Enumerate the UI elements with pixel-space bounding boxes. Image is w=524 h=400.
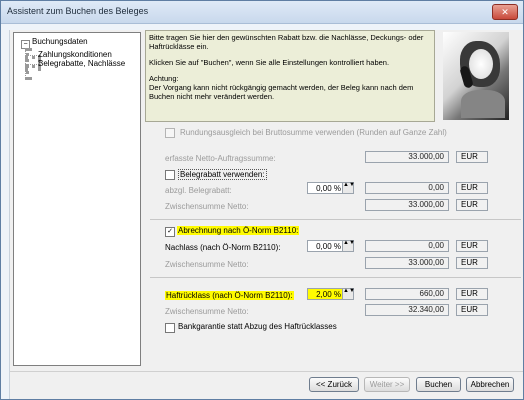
support-photo: [443, 32, 509, 120]
zwischensumme-2-label: Zwischensumme Netto:: [165, 260, 249, 269]
netto-label: erfasste Netto-Auftragssumme:: [165, 154, 276, 163]
settings-panel: Bitte tragen Sie hier den gewünschten Ra…: [145, 30, 523, 375]
instruction-line-5: Der Vorgang kann nicht rückgängig gemach…: [149, 83, 414, 92]
abzgl-value: 0,00: [365, 182, 449, 194]
instruction-line-1: Bitte tragen Sie hier den gewünschten Ra…: [149, 33, 424, 42]
haftruecklass-value: 660,00: [365, 288, 449, 300]
abzgl-percent-spinner[interactable]: 0,00 % ▲▼: [307, 182, 355, 194]
warning-heading: Achtung:: [149, 74, 179, 83]
next-button[interactable]: Weiter >>: [364, 377, 410, 392]
nachlass-percent-value: 0,00 %: [316, 242, 341, 251]
instruction-line-3: Klicken Sie auf "Buchen", wenn Sie alle …: [149, 58, 390, 67]
bankgarantie-checkbox[interactable]: [165, 323, 175, 333]
abzgl-unit: EUR: [456, 182, 488, 194]
window-title: Assistent zum Buchen des Beleges: [7, 6, 149, 16]
belegrabatt-checkbox[interactable]: [165, 170, 175, 180]
haftruecklass-unit: EUR: [456, 288, 488, 300]
book-button[interactable]: Buchen: [416, 377, 461, 392]
rundung-label: Rundungsausgleich bei Bruttosumme verwen…: [180, 128, 447, 137]
belegrabatt-label[interactable]: Belegrabatt verwenden:: [178, 169, 267, 180]
abrechnung-checkbox[interactable]: ✓: [165, 227, 175, 237]
netto-value: 33.000,00: [365, 151, 449, 163]
instruction-line-2: Haftrücklässe ein.: [149, 42, 209, 51]
nachlass-value: 0,00: [365, 240, 449, 252]
back-button[interactable]: << Zurück: [309, 377, 359, 392]
bankgarantie-label: Bankgarantie statt Abzug des Haftrücklas…: [178, 322, 337, 331]
zwischensumme-1-unit: EUR: [456, 199, 488, 211]
zwischensumme-1-value: 33.000,00: [365, 199, 449, 211]
title-bar: Assistent zum Buchen des Beleges ✕: [1, 1, 523, 24]
navigation-tree: − Buchungsdaten Zahlungskonditionen Bele…: [13, 32, 141, 366]
assistant-window: Assistent zum Buchen des Beleges ✕ − Buc…: [0, 0, 524, 400]
tree-item-belegrabatte[interactable]: Belegrabatte, Nachlässe: [38, 59, 125, 68]
nachlass-label: Nachlass (nach Ö-Norm B2110):: [165, 243, 281, 252]
instruction-line-6: Buchen nicht mehr verändert werden.: [149, 92, 275, 101]
close-button[interactable]: ✕: [492, 4, 518, 20]
spin-icon[interactable]: ▲▼: [342, 182, 355, 193]
abzgl-percent-value: 0,00 %: [316, 184, 341, 193]
zwischensumme-3-value: 32.340,00: [365, 304, 449, 316]
zwischensumme-1-label: Zwischensumme Netto:: [165, 202, 249, 211]
spin-icon[interactable]: ▲▼: [342, 240, 355, 251]
abzgl-label: abzgl. Belegrabatt:: [165, 186, 232, 195]
dialog-content: − Buchungsdaten Zahlungskonditionen Bele…: [9, 30, 523, 399]
zwischensumme-3-unit: EUR: [456, 304, 488, 316]
nachlass-percent-spinner[interactable]: 0,00 % ▲▼: [307, 240, 355, 252]
nachlass-unit: EUR: [456, 240, 488, 252]
zwischensumme-3-label: Zwischensumme Netto:: [165, 307, 249, 316]
tree-item-buchungsdaten[interactable]: Buchungsdaten: [32, 37, 88, 46]
netto-unit: EUR: [456, 151, 488, 163]
haftruecklass-percent-spinner[interactable]: 2,00 % ▲▼: [307, 288, 355, 300]
cancel-button[interactable]: Abbrechen: [466, 377, 514, 392]
spin-icon[interactable]: ▲▼: [342, 288, 355, 299]
rundung-checkbox[interactable]: [165, 128, 175, 138]
abrechnung-label: Abrechnung nach Ö-Norm B2110:: [177, 226, 300, 235]
instructions-box: Bitte tragen Sie hier den gewünschten Ra…: [145, 30, 435, 122]
zwischensumme-2-unit: EUR: [456, 257, 488, 269]
haftruecklass-percent-value: 2,00 %: [316, 290, 341, 299]
tree-item-zahlungskonditionen[interactable]: Zahlungskonditionen: [38, 50, 112, 59]
haftruecklass-label: Haftrücklass (nach Ö-Norm B2110):: [165, 291, 294, 300]
zwischensumme-2-value: 33.000,00: [365, 257, 449, 269]
